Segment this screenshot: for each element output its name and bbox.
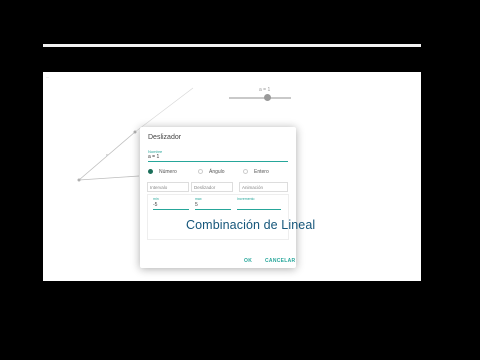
tab-animation[interactable]: Animación xyxy=(239,182,288,192)
max-underline xyxy=(195,209,231,210)
min-label: min xyxy=(153,197,159,201)
min-field[interactable]: -5 xyxy=(153,202,157,208)
radio-angle[interactable]: Ángulo xyxy=(198,169,225,175)
slider-dialog: Deslizador Nombre a = 1 Número Ángulo En… xyxy=(140,127,296,268)
point-mid xyxy=(106,154,108,156)
name-input[interactable]: a = 1 xyxy=(148,154,288,162)
radio-integer-dot[interactable] xyxy=(243,169,248,174)
video-overlay-title: Combinación de Lineal xyxy=(186,218,316,232)
radio-number-label: Número xyxy=(159,169,177,175)
radio-angle-label: Ángulo xyxy=(209,169,225,175)
vector-line-b xyxy=(78,175,140,181)
radio-integer-label: Entero xyxy=(254,169,269,175)
canvas-slider-caption: a = 1 xyxy=(259,87,271,93)
max-field[interactable]: 5 xyxy=(195,202,198,208)
point-origin xyxy=(77,178,81,182)
interval-fields: min -5 max 5 Incremento xyxy=(147,194,289,240)
min-underline xyxy=(153,209,189,210)
increment-underline xyxy=(237,209,281,210)
type-radio-group: Número Ángulo Entero xyxy=(148,169,293,177)
tab-interval[interactable]: Intervalo xyxy=(147,182,189,192)
radio-number-dot[interactable] xyxy=(148,169,153,174)
top-bar xyxy=(43,44,421,47)
increment-label: Incremento xyxy=(237,197,255,201)
max-label: max xyxy=(195,197,202,201)
ok-button[interactable]: OK xyxy=(244,258,252,264)
canvas-slider-track[interactable] xyxy=(229,97,291,99)
radio-integer[interactable]: Entero xyxy=(243,169,269,175)
canvas-slider-knob[interactable] xyxy=(264,94,271,101)
radio-number[interactable]: Número xyxy=(148,169,177,175)
tab-slider[interactable]: Deslizador xyxy=(191,182,233,192)
dialog-title: Deslizador xyxy=(148,134,182,141)
cancel-button[interactable]: CANCELAR xyxy=(265,258,295,264)
vector-line-c xyxy=(134,87,194,133)
radio-angle-dot[interactable] xyxy=(198,169,203,174)
point-top xyxy=(133,130,137,134)
